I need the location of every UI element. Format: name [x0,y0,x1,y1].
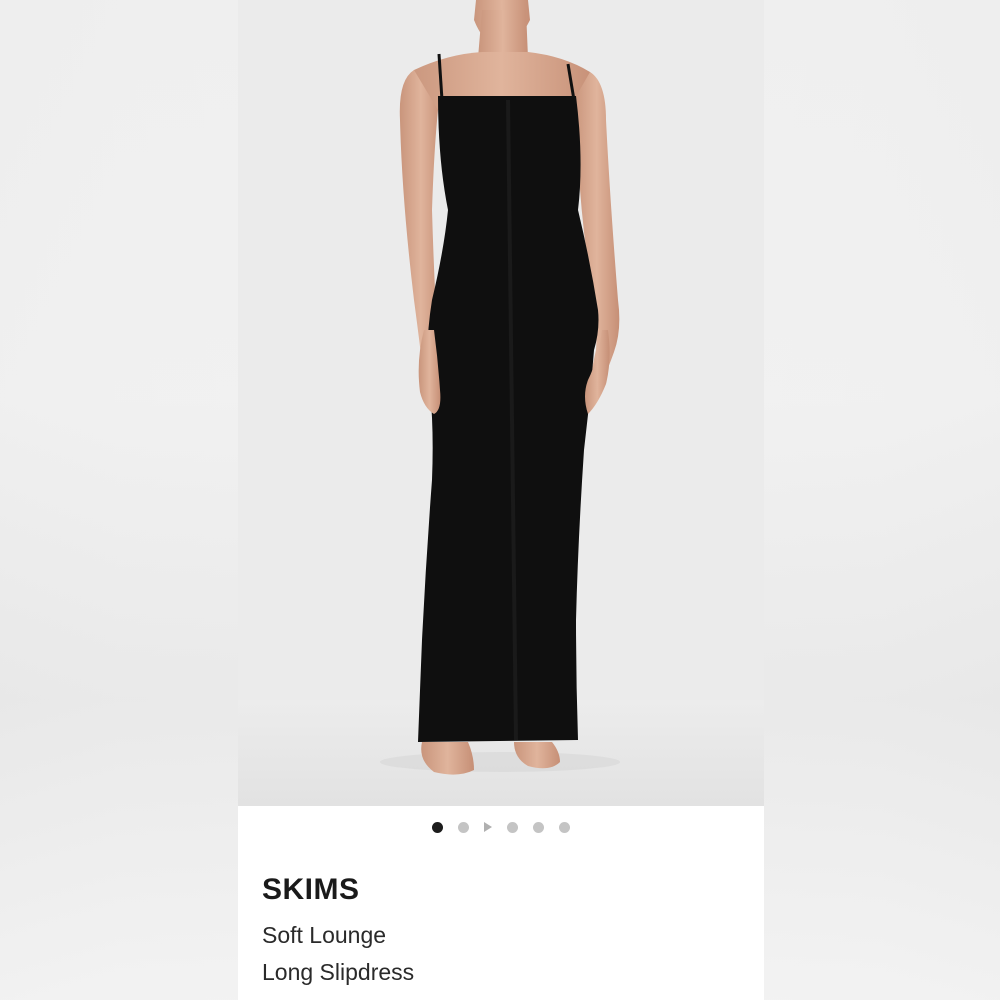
model-in-dress-image [238,0,764,806]
product-card[interactable]: SKIMS Soft Lounge Long Slipdress [238,0,764,1000]
carousel-dot-5[interactable] [533,821,544,833]
product-name-line-1: Soft Lounge [262,922,387,948]
carousel-indicators [238,821,764,833]
carousel-dot-1[interactable] [432,821,443,833]
carousel-video-play-icon[interactable] [484,822,492,832]
background-blur-right [764,0,1000,1000]
product-photo[interactable] [238,0,764,806]
product-name-line-2: Long Slipdress [262,959,415,985]
background-blur-left [0,0,238,1000]
carousel-dot-4[interactable] [507,821,518,833]
carousel-dot-6[interactable] [559,821,570,833]
product-brand: SKIMS [262,873,360,906]
carousel-dot-2[interactable] [458,821,469,833]
